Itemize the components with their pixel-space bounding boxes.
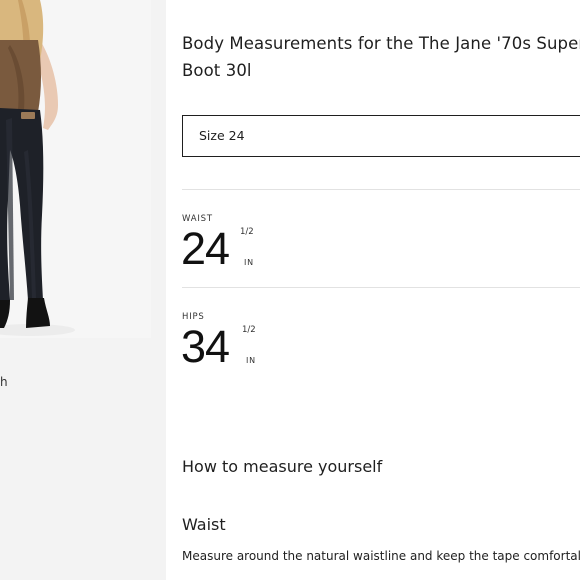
modal-title: Body Measurements for the The Jane '70s …: [182, 34, 580, 80]
size-dropdown-value: Size 24: [199, 128, 245, 143]
product-caption-fragment: h: [0, 375, 8, 389]
product-image-panel: h: [0, 0, 166, 580]
how-to-measure-heading: How to measure yourself: [182, 457, 383, 476]
measurement-fraction: 1/2: [240, 227, 254, 237]
measurement-unit: IN: [246, 356, 256, 365]
measurement-value: 34: [181, 321, 230, 372]
product-photo: [0, 0, 151, 338]
body-measurements-modal: Body Measurements for the The Jane '70s …: [166, 0, 580, 580]
waist-instructions: Measure around the natural waistline and…: [182, 549, 580, 563]
measurement-unit: IN: [244, 258, 254, 267]
model-wearing-jeans-image: [0, 0, 151, 338]
measurement-value: 24: [181, 223, 230, 274]
divider: [182, 189, 580, 190]
waist-heading: Waist: [182, 515, 226, 534]
size-dropdown[interactable]: Size 24: [182, 115, 580, 157]
divider: [182, 287, 580, 288]
measurement-fraction: 1/2: [242, 325, 256, 335]
